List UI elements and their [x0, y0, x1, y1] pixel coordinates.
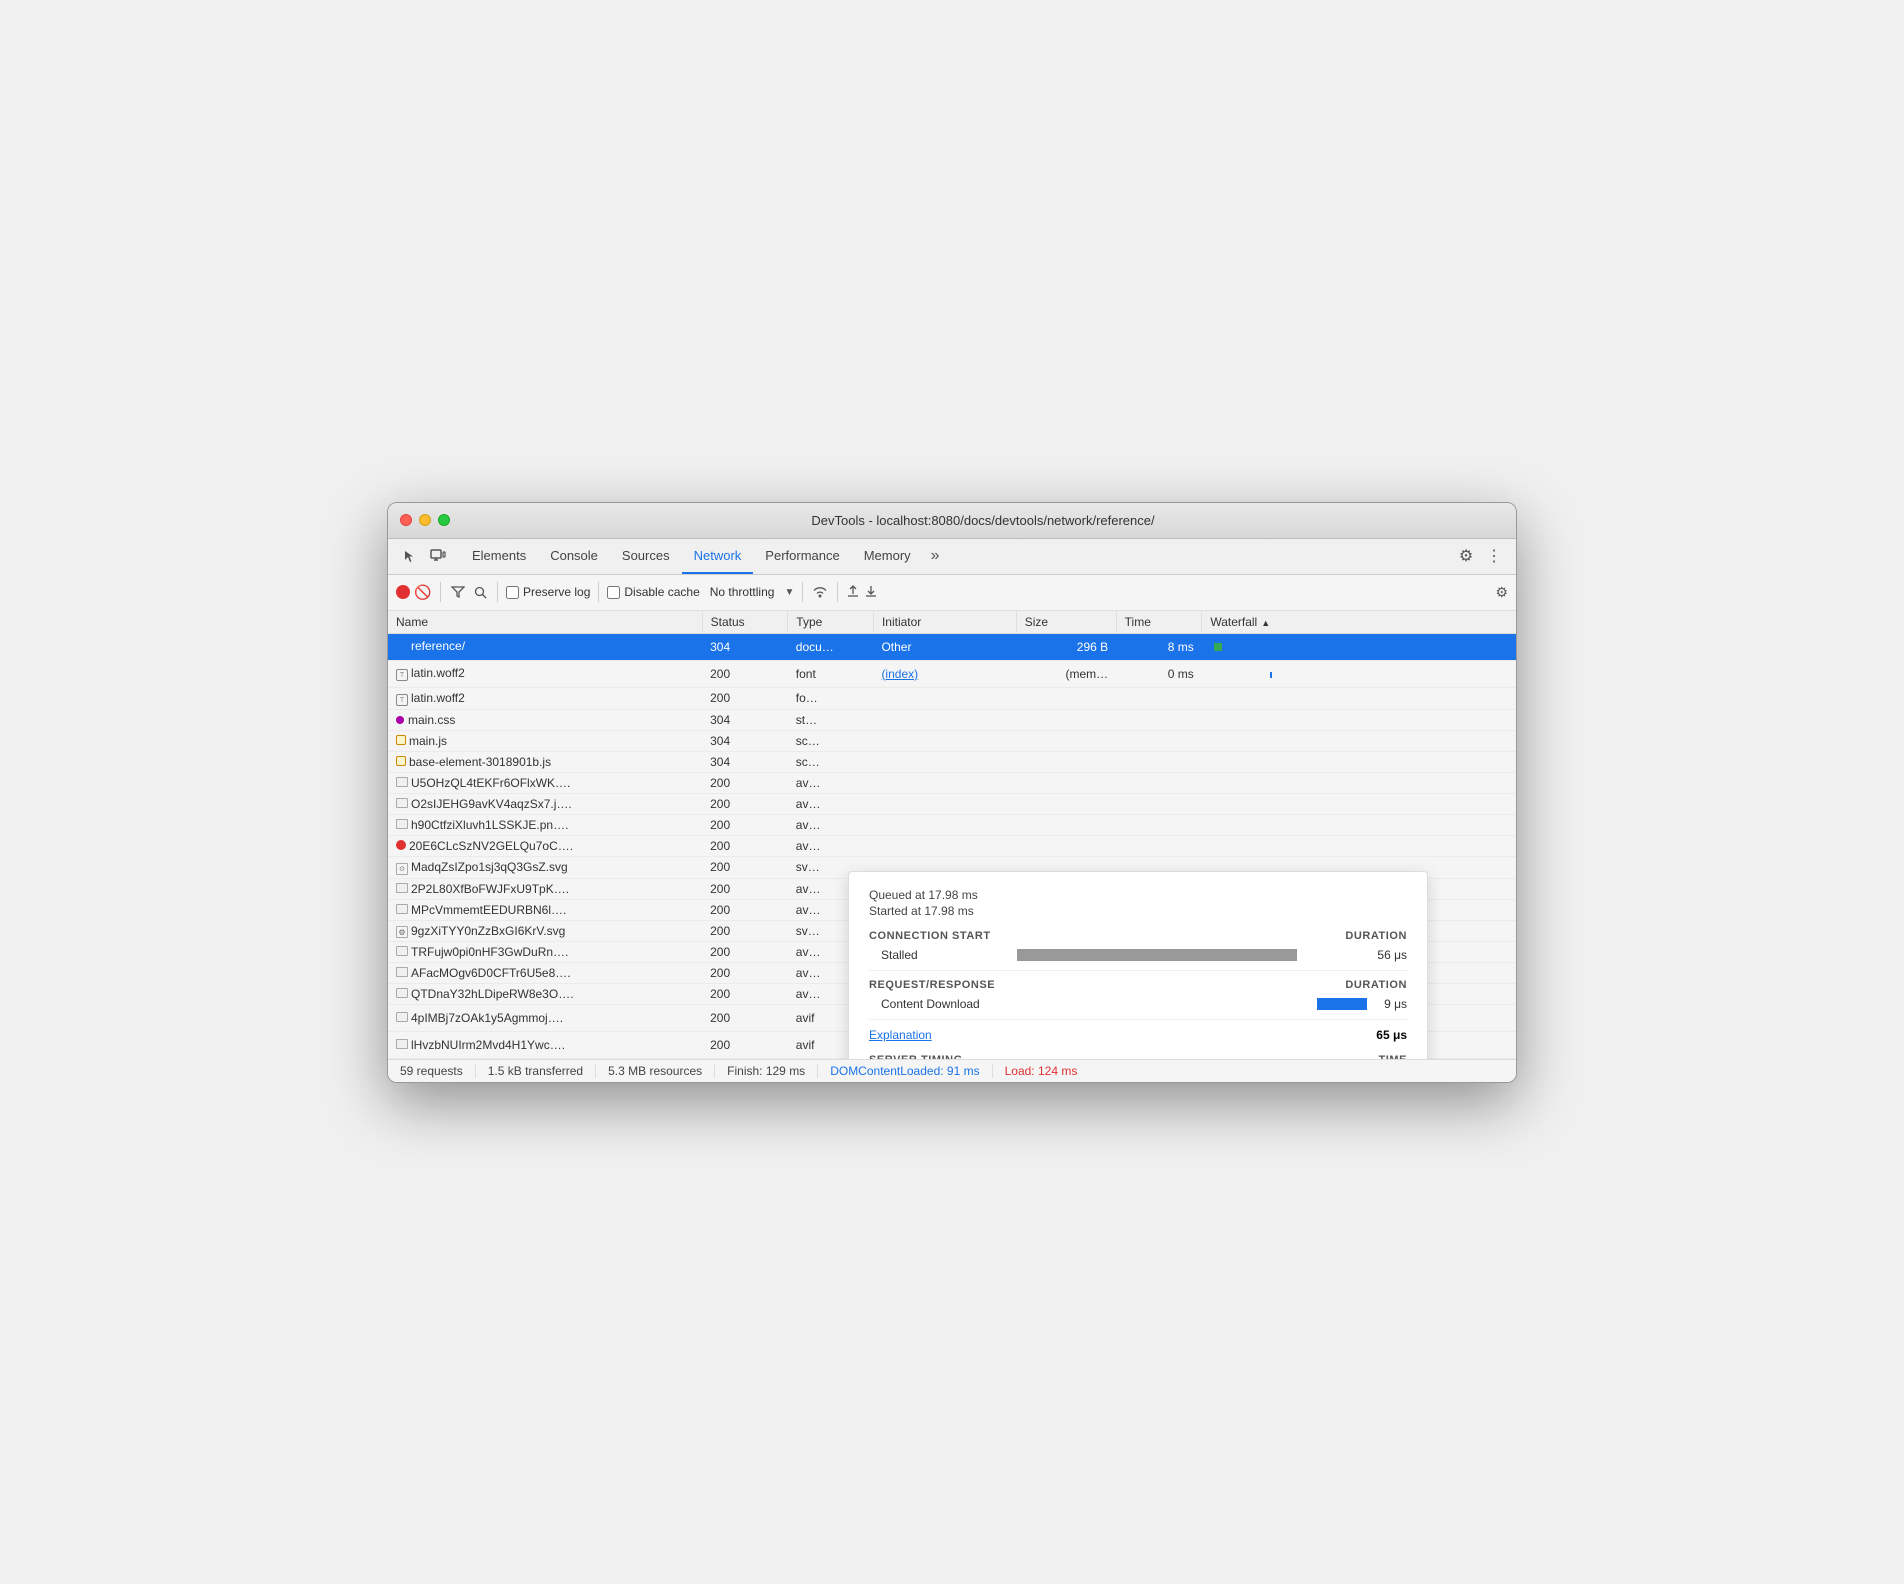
divider-1	[440, 582, 441, 602]
th-type[interactable]: Type	[788, 611, 874, 634]
table-row[interactable]: 20E6CLcSzNV2GELQu7oC….200av…	[388, 835, 1516, 856]
preserve-log-checkbox[interactable]: Preserve log	[506, 585, 590, 599]
status-bar: 59 requests 1.5 kB transferred 5.3 MB re…	[388, 1059, 1516, 1082]
stalled-bar-area	[1017, 949, 1339, 961]
timing-queued: Queued at 17.98 ms	[869, 888, 1407, 902]
table-row[interactable]: Tlatin.woff2200font(index)(mem…0 ms	[388, 660, 1516, 687]
download-icon[interactable]	[864, 584, 878, 601]
disable-cache-checkbox[interactable]: Disable cache	[607, 585, 699, 599]
timing-started: Started at 17.98 ms	[869, 904, 1407, 918]
stalled-label: Stalled	[869, 948, 1009, 962]
minimize-button[interactable]	[419, 514, 431, 526]
timing-total-value: 65 μs	[1376, 1028, 1407, 1042]
th-name[interactable]: Name	[388, 611, 702, 634]
settings-icon[interactable]: ⚙	[1452, 542, 1480, 570]
tab-elements[interactable]: Elements	[460, 538, 538, 574]
network-settings-icon[interactable]: ⚙	[1495, 584, 1508, 601]
download-bar	[1317, 998, 1367, 1010]
server-timing-section: Server Timing TIME During development, y…	[869, 1054, 1407, 1059]
finish-time: Finish: 129 ms	[715, 1064, 818, 1078]
server-timing-label: Server Timing TIME	[869, 1054, 1407, 1059]
table-row[interactable]: main.css304st…	[388, 709, 1516, 730]
table-row[interactable]: Tlatin.woff2200fo…	[388, 687, 1516, 709]
wifi-icon	[811, 584, 829, 601]
tab-network[interactable]: Network	[682, 538, 754, 574]
th-size[interactable]: Size	[1016, 611, 1116, 634]
cursor-icon[interactable]	[396, 542, 424, 570]
divider-3	[598, 582, 599, 602]
tab-memory[interactable]: Memory	[852, 538, 923, 574]
table-header-row: Name Status Type Initiator Size Time Wat…	[388, 611, 1516, 634]
timing-popup: Queued at 17.98 ms Started at 17.98 ms C…	[848, 871, 1428, 1059]
upload-icon[interactable]	[846, 584, 860, 601]
load-time: Load: 124 ms	[993, 1064, 1078, 1078]
table-row[interactable]: Ereference/304docu…Other296 B8 ms	[388, 633, 1516, 660]
th-status[interactable]: Status	[702, 611, 788, 634]
device-toolbar-icon[interactable]	[424, 542, 452, 570]
traffic-lights	[400, 514, 450, 526]
more-tabs-button[interactable]: »	[923, 547, 948, 565]
th-initiator[interactable]: Initiator	[873, 611, 1016, 634]
th-time[interactable]: Time	[1116, 611, 1202, 634]
network-table-wrapper: Name Status Type Initiator Size Time Wat…	[388, 611, 1516, 1059]
stalled-bar	[1017, 949, 1297, 961]
throttle-label: No throttling	[704, 585, 781, 599]
content-download-label: Content Download	[869, 997, 1009, 1011]
divider-4	[802, 582, 803, 602]
requests-count: 59 requests	[400, 1064, 476, 1078]
titlebar: DevTools - localhost:8080/docs/devtools/…	[388, 503, 1516, 539]
divider-2	[497, 582, 498, 602]
stalled-value: 56 μs	[1347, 948, 1407, 962]
request-response-label: Request/Response DURATION	[869, 979, 1407, 991]
tab-sources[interactable]: Sources	[610, 538, 682, 574]
th-waterfall[interactable]: Waterfall	[1202, 611, 1516, 634]
dom-content-loaded: DOMContentLoaded: 91 ms	[818, 1064, 992, 1078]
close-button[interactable]	[400, 514, 412, 526]
tab-performance[interactable]: Performance	[753, 538, 851, 574]
search-icon[interactable]	[471, 583, 489, 601]
table-row[interactable]: h90CtfziXluvh1LSSKJE.pn….200av…	[388, 814, 1516, 835]
table-row[interactable]: U5OHzQL4tEKFr6OFlxWK….200av…	[388, 772, 1516, 793]
explanation-link[interactable]: Explanation	[869, 1028, 932, 1042]
clear-button[interactable]: 🚫	[414, 583, 432, 601]
devtools-tab-bar: Elements Console Sources Network Perform…	[388, 539, 1516, 575]
network-toolbar: 🚫 Preserve log Disable cache No throttli…	[388, 575, 1516, 611]
maximize-button[interactable]	[438, 514, 450, 526]
resources-size: 5.3 MB resources	[596, 1064, 715, 1078]
timing-download-row: Content Download 9 μs	[869, 997, 1407, 1011]
table-row[interactable]: O2sIJEHG9avKV4aqzSx7.j….200av…	[388, 793, 1516, 814]
timing-total-row: Explanation 65 μs	[869, 1019, 1407, 1042]
throttle-arrow-icon[interactable]: ▼	[784, 587, 794, 598]
table-row[interactable]: main.js304sc…	[388, 730, 1516, 751]
divider-5	[837, 582, 838, 602]
more-options-icon[interactable]: ⋮	[1480, 542, 1508, 570]
table-row[interactable]: base-element-3018901b.js304sc…	[388, 751, 1516, 772]
connection-start-label: Connection Start DURATION	[869, 930, 1407, 942]
timing-stalled-row: Stalled 56 μs	[869, 948, 1407, 962]
filter-icon[interactable]	[449, 583, 467, 601]
tab-console[interactable]: Console	[538, 538, 610, 574]
download-bar-area	[1017, 998, 1339, 1010]
transferred-size: 1.5 kB transferred	[476, 1064, 596, 1078]
window-title: DevTools - localhost:8080/docs/devtools/…	[462, 513, 1504, 528]
record-button[interactable]	[396, 585, 410, 599]
section-divider	[869, 970, 1407, 971]
devtools-window: DevTools - localhost:8080/docs/devtools/…	[387, 502, 1517, 1083]
